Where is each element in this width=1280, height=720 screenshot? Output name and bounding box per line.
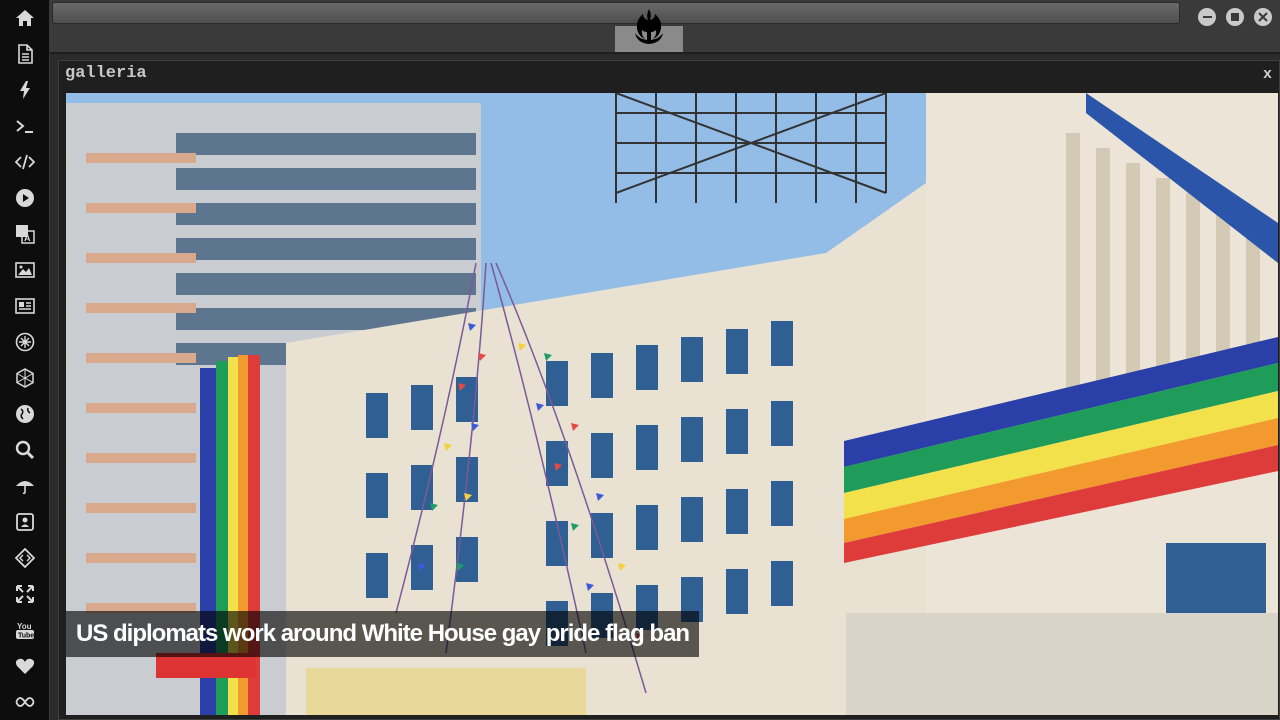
close-button[interactable] [1254, 8, 1272, 26]
maximize-button[interactable] [1226, 8, 1244, 26]
minimize-icon [1202, 16, 1212, 18]
terminal-icon[interactable] [13, 114, 37, 138]
maximize-icon [1231, 13, 1239, 21]
code-icon[interactable] [13, 150, 37, 174]
top-command-bar[interactable] [52, 2, 1180, 24]
embed-icon[interactable] [13, 546, 37, 570]
search-icon[interactable] [13, 438, 37, 462]
newspaper-icon[interactable] [13, 294, 37, 318]
svg-text:You: You [17, 622, 32, 631]
play-icon[interactable] [13, 186, 37, 210]
minimize-button[interactable] [1198, 8, 1216, 26]
close-icon [1258, 12, 1268, 22]
umbrella-icon[interactable] [13, 474, 37, 498]
infinity-icon[interactable] [13, 690, 37, 714]
image-caption[interactable]: US diplomats work around White House gay… [66, 611, 700, 657]
top-bar [50, 0, 1280, 54]
document-icon[interactable] [13, 42, 37, 66]
expand-icon[interactable] [13, 582, 37, 606]
window-title: galleria [65, 64, 147, 83]
id-card-icon[interactable] [13, 510, 37, 534]
empire-icon[interactable] [13, 366, 37, 390]
image-icon[interactable] [13, 258, 37, 282]
window-close-button[interactable]: x [1263, 66, 1272, 83]
svg-text:A: A [24, 233, 31, 243]
lightning-icon[interactable] [13, 78, 37, 102]
svg-text:Tube: Tube [18, 633, 34, 640]
rebel-icon[interactable] [13, 330, 37, 354]
galleria-window: galleria x US diplomats work around Whit… [58, 60, 1280, 720]
gallery-image[interactable]: US diplomats work around White House gay… [66, 93, 1278, 715]
sidebar: A You Tube [0, 0, 50, 720]
youtube-icon[interactable]: You Tube [13, 618, 37, 642]
globe-icon[interactable] [13, 402, 37, 426]
translate-icon[interactable]: A [13, 222, 37, 246]
rebel-alliance-icon[interactable] [629, 6, 669, 46]
heart-icon[interactable] [13, 654, 37, 678]
home-icon[interactable] [13, 6, 37, 30]
